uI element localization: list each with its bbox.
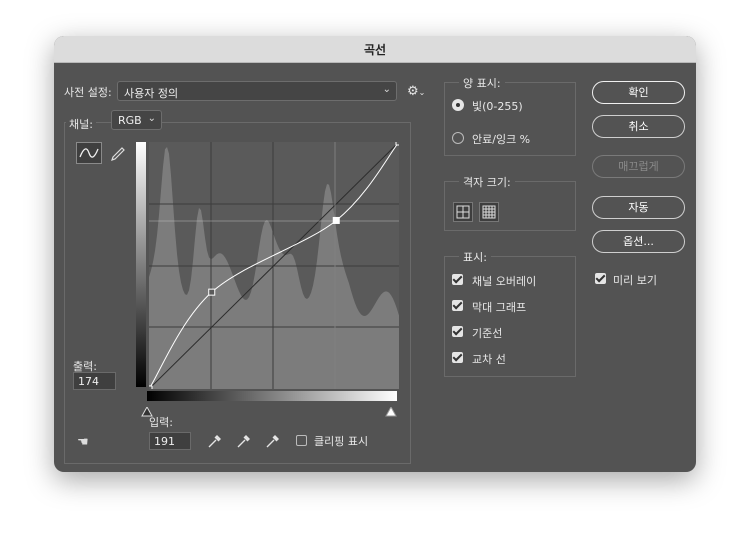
curve-graph[interactable] xyxy=(149,142,399,389)
black-eyedropper-icon[interactable] xyxy=(206,432,224,454)
channel-select[interactable]: RGB ⌄ xyxy=(111,110,162,130)
curve-point[interactable] xyxy=(395,142,399,146)
baseline-label: 기준선 xyxy=(472,327,503,340)
input-label: 입력: xyxy=(149,416,173,429)
clipping-label: 클리핑 표시 xyxy=(314,435,369,448)
histogram-label: 막대 그래프 xyxy=(472,301,527,314)
curve-point-tool-icon[interactable] xyxy=(76,142,102,164)
light-radio[interactable] xyxy=(452,99,464,111)
options-button[interactable]: 옵션... xyxy=(592,230,685,253)
input-gradient-bar xyxy=(147,391,397,401)
preset-value: 사용자 정의 xyxy=(124,87,179,100)
smooth-button[interactable]: 매끄럽게 xyxy=(592,155,685,178)
hand-adjust-icon[interactable]: ☚ xyxy=(77,435,89,450)
cancel-button[interactable]: 취소 xyxy=(592,115,685,138)
curve-point[interactable] xyxy=(149,385,153,389)
simple-grid-button[interactable] xyxy=(453,202,473,222)
baseline-checkbox[interactable] xyxy=(452,326,463,337)
white-eyedropper-icon[interactable] xyxy=(264,432,282,454)
gray-eyedropper-icon[interactable] xyxy=(235,432,253,454)
preset-select[interactable]: 사용자 정의 ⌄ xyxy=(117,81,397,101)
pigment-radio[interactable] xyxy=(452,132,464,144)
output-gradient-bar xyxy=(136,142,146,387)
ok-button[interactable]: 확인 xyxy=(592,81,685,104)
channel-label: 채널: xyxy=(66,116,96,132)
clipping-checkbox[interactable] xyxy=(296,435,307,446)
pencil-tool-icon[interactable] xyxy=(109,143,127,165)
chevron-down-icon: ⌄ xyxy=(147,113,156,124)
chevron-down-icon: ⌄ xyxy=(382,84,391,95)
intersection-checkbox[interactable] xyxy=(452,352,463,363)
channel-value: RGB xyxy=(118,114,142,127)
channel-overlay-label: 채널 오버레이 xyxy=(472,275,537,288)
auto-button[interactable]: 자동 xyxy=(592,196,685,219)
histogram-checkbox[interactable] xyxy=(452,300,463,311)
preset-label: 사전 설정: xyxy=(64,86,112,99)
white-point-slider-icon[interactable] xyxy=(385,402,397,421)
output-field[interactable]: 174 xyxy=(73,372,116,390)
grid-size-legend: 격자 크기: xyxy=(459,174,515,190)
grid-16-icon xyxy=(482,205,496,219)
light-label: 빛(0-255) xyxy=(472,100,523,113)
window-title: 곡선 xyxy=(363,43,387,57)
pigment-label: 안료/잉크 % xyxy=(472,133,531,146)
display-legend: 표시: xyxy=(459,249,491,265)
input-field[interactable]: 191 xyxy=(149,432,191,450)
preview-label: 미리 보기 xyxy=(613,274,657,287)
curve-point[interactable] xyxy=(208,288,216,296)
grid-4-icon xyxy=(456,205,470,219)
title-bar: 곡선 xyxy=(54,36,696,63)
preview-checkbox[interactable] xyxy=(595,273,606,284)
intersection-label: 교차 선 xyxy=(472,353,506,366)
detailed-grid-button[interactable] xyxy=(479,202,499,222)
channel-overlay-checkbox[interactable] xyxy=(452,274,463,285)
show-amount-legend: 양 표시: xyxy=(459,75,505,91)
preset-gear-icon[interactable]: ⚙⌄ xyxy=(407,84,425,99)
curves-dialog: 곡선 사전 설정: 사용자 정의 ⌄ ⚙⌄ 채널: RGB ⌄ 출력: 174 … xyxy=(54,36,696,472)
curve-point[interactable] xyxy=(332,216,340,224)
